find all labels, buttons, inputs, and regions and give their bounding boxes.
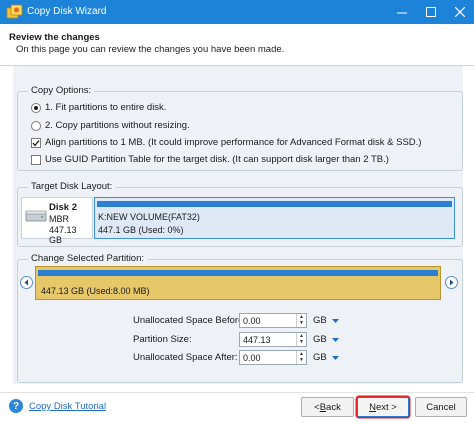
target-partition-detail: 447.1 GB (Used: 0%): [98, 225, 184, 235]
next-hotkey: N: [369, 401, 376, 413]
checkbox-use-guid[interactable]: Use GUID Partition Table for the target …: [31, 154, 389, 165]
unallocated-before-input[interactable]: 0.00 ▲ ▼: [239, 313, 307, 328]
maximize-icon[interactable]: [417, 0, 445, 24]
app-logo-icon: [6, 4, 23, 20]
checkmark-icon[interactable]: [31, 137, 41, 148]
copy-options-legend: Copy Options:: [28, 85, 95, 96]
page-title: Review the changes: [9, 32, 100, 43]
next-rest: ext >: [376, 401, 397, 413]
title-bar: Copy Disk Wizard: [0, 0, 474, 24]
disk-name: Disk 2: [49, 202, 77, 213]
scroll-left-icon[interactable]: [20, 276, 33, 289]
spin-down-icon[interactable]: ▼: [297, 321, 306, 328]
unit-before: GB: [313, 315, 327, 326]
spin-down-icon[interactable]: ▼: [297, 358, 306, 365]
checkbox-align-partitions[interactable]: Align partitions to 1 MB. (It could impr…: [31, 137, 421, 148]
unallocated-after-value[interactable]: 0.00: [243, 353, 261, 363]
radio-fit-label: 1. Fit partitions to entire disk.: [45, 102, 167, 113]
disk-size: 447.13 GB: [49, 225, 77, 245]
hard-disk-icon: [25, 209, 47, 226]
page-subtitle: On this page you can review the changes …: [16, 44, 285, 55]
back-rest: ack: [326, 401, 341, 413]
help-question-icon[interactable]: ?: [9, 399, 23, 413]
unit-after: GB: [313, 352, 327, 363]
radio-copy-without-resizing[interactable]: 2. Copy partitions without resizing.: [31, 120, 190, 131]
unallocated-after-input[interactable]: 0.00 ▲ ▼: [239, 350, 307, 365]
partition-usage-bar: [97, 201, 452, 207]
selected-partition-block[interactable]: 447.13 GB (Used:8.00 MB): [35, 266, 441, 300]
unallocated-before-label: Unallocated Space Before:: [133, 315, 247, 326]
partition-size-label: Partition Size:: [133, 334, 192, 345]
partition-size-input[interactable]: 447.13 ▲ ▼: [239, 332, 307, 347]
unit-size-dropdown-icon[interactable]: [331, 336, 339, 344]
radio-copy-label: 2. Copy partitions without resizing.: [45, 120, 190, 131]
partition-size-value[interactable]: 447.13: [243, 335, 271, 345]
radio-fit-indicator[interactable]: [31, 102, 41, 113]
radio-fit-partitions[interactable]: 1. Fit partitions to entire disk.: [31, 102, 166, 113]
target-layout-legend: Target Disk Layout:: [28, 181, 116, 192]
spin-arrows[interactable]: ▲ ▼: [296, 351, 306, 364]
unit-after-dropdown-icon[interactable]: [331, 354, 339, 362]
unit-before-dropdown-icon[interactable]: [331, 317, 339, 325]
spin-arrows[interactable]: ▲ ▼: [296, 333, 306, 346]
unallocated-after-label: Unallocated Space After:: [133, 352, 238, 363]
checkbox-guid-box[interactable]: [31, 154, 41, 165]
spin-down-icon[interactable]: ▼: [297, 340, 306, 347]
selected-partition-detail: 447.13 GB (Used:8.00 MB): [41, 286, 150, 296]
page-header: Review the changes On this page you can …: [0, 24, 474, 66]
target-partition-label: K:NEW VOLUME(FAT32): [98, 212, 200, 222]
unit-size: GB: [313, 334, 327, 345]
spin-arrows[interactable]: ▲ ▼: [296, 314, 306, 327]
minimize-icon[interactable]: [388, 0, 416, 24]
target-disk-card[interactable]: Disk 2 MBR 447.13 GB: [21, 197, 93, 245]
window-title: Copy Disk Wizard: [27, 6, 107, 17]
cancel-button[interactable]: Cancel: [415, 397, 467, 417]
footer-divider: [0, 392, 474, 393]
close-icon[interactable]: [446, 0, 474, 24]
unallocated-before-value[interactable]: 0.00: [243, 316, 261, 326]
checkbox-guid-label: Use GUID Partition Table for the target …: [45, 154, 389, 165]
copy-disk-tutorial-link[interactable]: Copy Disk Tutorial: [29, 401, 106, 412]
back-button[interactable]: < Back: [301, 397, 354, 417]
disk-type: MBR: [49, 214, 69, 224]
next-button[interactable]: Next >: [357, 397, 409, 417]
scroll-right-icon[interactable]: [445, 276, 458, 289]
target-partition-block[interactable]: K:NEW VOLUME(FAT32) 447.1 GB (Used: 0%): [94, 197, 455, 239]
radio-copy-indicator[interactable]: [31, 120, 41, 131]
selected-partition-bar: [38, 270, 438, 276]
checkbox-align-label: Align partitions to 1 MB. (It could impr…: [45, 137, 422, 148]
change-partition-legend: Change Selected Partition:: [28, 253, 148, 264]
